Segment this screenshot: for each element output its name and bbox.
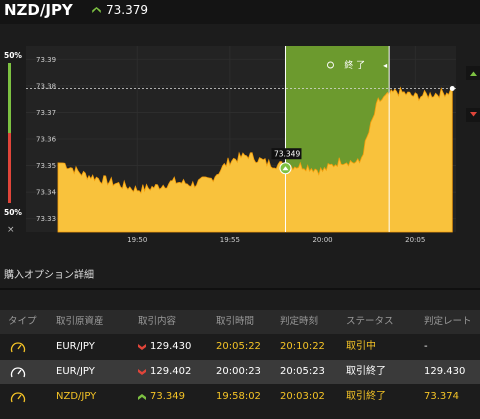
- entry-rate-label: 73.349: [274, 150, 300, 159]
- y-tick-label: 73.34: [36, 189, 57, 197]
- timer-icon: [10, 342, 26, 353]
- price-chart[interactable]: 50% 50% × 73.39 73.38 73.37 73.36 73.35 73.34…: [0, 32, 480, 250]
- y-tick-label: 73.37: [36, 109, 56, 117]
- status-cell: 取引中: [346, 341, 376, 352]
- judge-time-cell: 20:03:02: [280, 391, 325, 402]
- end-label: 終 了: [344, 59, 365, 71]
- put-ratio-bar: [8, 133, 11, 203]
- close-chart-icon[interactable]: ×: [7, 225, 15, 235]
- col-type: タイプ: [8, 316, 37, 327]
- trade-time-cell: 20:05:22: [216, 341, 261, 352]
- y-tick-label: 73.36: [36, 136, 57, 144]
- up-arrow-icon: [92, 7, 101, 13]
- up-arrow-icon: [138, 394, 146, 400]
- call-ratio-bar: [8, 63, 11, 133]
- y-tick-label: 73.39: [36, 56, 56, 64]
- table-row[interactable]: EUR/JPY 129.430 20:05:22 20:10:22 取引中 -: [0, 335, 480, 359]
- x-tick-label: 20:00: [312, 236, 332, 244]
- judge-rate-cell: 73.374: [424, 391, 459, 402]
- content-cell: 129.430: [150, 341, 192, 352]
- status-cell: 取引終了: [346, 391, 386, 402]
- col-asset: 取引原資産: [56, 316, 104, 327]
- down-arrow-icon: [138, 369, 146, 375]
- y-tick-label: 73.38: [36, 82, 56, 90]
- asset-cell: EUR/JPY: [56, 366, 95, 377]
- trade-time-cell: 20:00:23: [216, 366, 261, 377]
- current-rate-marker: [449, 86, 455, 92]
- section-divider: [0, 288, 480, 290]
- table-header: タイプ 取引原資産 取引内容 取引時間 判定時刻 ステータス 判定レート: [0, 310, 480, 334]
- col-judge-time: 判定時刻: [280, 316, 319, 327]
- call-percentage: 50%: [4, 51, 22, 60]
- judge-time-cell: 20:10:22: [280, 341, 325, 352]
- judge-rate-cell: -: [424, 341, 428, 352]
- arrow-left-icon: ◂: [383, 61, 387, 70]
- purchase-details-title: 購入オプション詳細: [4, 270, 94, 281]
- x-tick-label: 19:50: [127, 236, 147, 244]
- asset-cell: NZD/JPY: [56, 391, 97, 402]
- content-cell: 129.402: [150, 366, 192, 377]
- timer-icon: [10, 367, 26, 378]
- content-cell: 73.349: [150, 391, 185, 402]
- current-rate: 73.379: [106, 3, 148, 17]
- col-content: 取引内容: [138, 316, 177, 327]
- col-judge-rate: 判定レート: [424, 316, 472, 327]
- trade-time-cell: 19:58:02: [216, 391, 261, 402]
- table-row[interactable]: EUR/JPY 129.402 20:00:23 20:05:23 取引終了 1…: [0, 360, 480, 384]
- table-row[interactable]: NZD/JPY 73.349 19:58:02 20:03:02 取引終了 73…: [0, 385, 480, 409]
- x-tick-label: 19:55: [220, 236, 240, 244]
- x-tick-label: 20:05: [405, 236, 425, 244]
- header-bar: NZD/JPY 73.379: [0, 0, 480, 24]
- timer-icon: [10, 392, 26, 403]
- judge-time-cell: 20:05:23: [280, 366, 325, 377]
- put-percentage: 50%: [4, 208, 22, 217]
- col-status: ステータス: [346, 316, 394, 327]
- asset-cell: EUR/JPY: [56, 341, 95, 352]
- down-arrow-icon: [138, 344, 146, 350]
- y-tick-label: 73.35: [36, 162, 56, 170]
- y-tick-label: 73.33: [36, 215, 56, 223]
- judge-rate-cell: 129.430: [424, 366, 466, 377]
- currency-pair-title: NZD/JPY: [4, 1, 73, 19]
- status-cell: 取引終了: [346, 366, 386, 377]
- col-trade-time: 取引時間: [216, 316, 255, 327]
- x-axis-ticks: 19:50 19:55 20:00 20:05: [127, 236, 425, 244]
- chart-canvas: 50% 50% × 73.39 73.38 73.37 73.36 73.35 73.34…: [4, 46, 480, 244]
